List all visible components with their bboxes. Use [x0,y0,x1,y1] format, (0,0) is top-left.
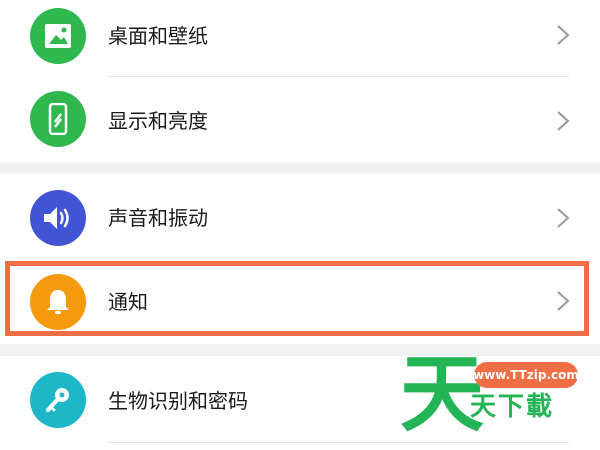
speaker-icon [30,190,86,246]
settings-group-display: 桌面和壁纸 显示和亮度 [0,0,600,162]
key-icon [30,372,86,428]
settings-row-label: 桌面和壁纸 [108,24,208,48]
highlight-box [5,261,589,336]
group-separator [0,162,600,174]
settings-row-desktop-wallpaper[interactable]: 桌面和壁纸 [0,0,600,76]
settings-row-sound-vibration[interactable]: 声音和振动 [0,174,600,260]
chevron-right-icon [557,111,570,131]
settings-row-label: 声音和振动 [108,206,208,230]
chevron-right-icon [557,25,570,45]
image-icon [30,8,86,64]
settings-row-label: 显示和亮度 [108,109,208,133]
phone-brightness-icon [30,91,86,147]
watermark-url: www.TTzip.com [473,362,579,388]
group-separator [0,344,600,356]
settings-row-display-brightness[interactable]: 显示和亮度 [0,77,600,162]
settings-row-label: 生物识别和密码 [108,389,248,413]
row-divider [108,442,570,443]
watermark-text: 天下載 [470,392,555,422]
chevron-right-icon [557,208,570,228]
